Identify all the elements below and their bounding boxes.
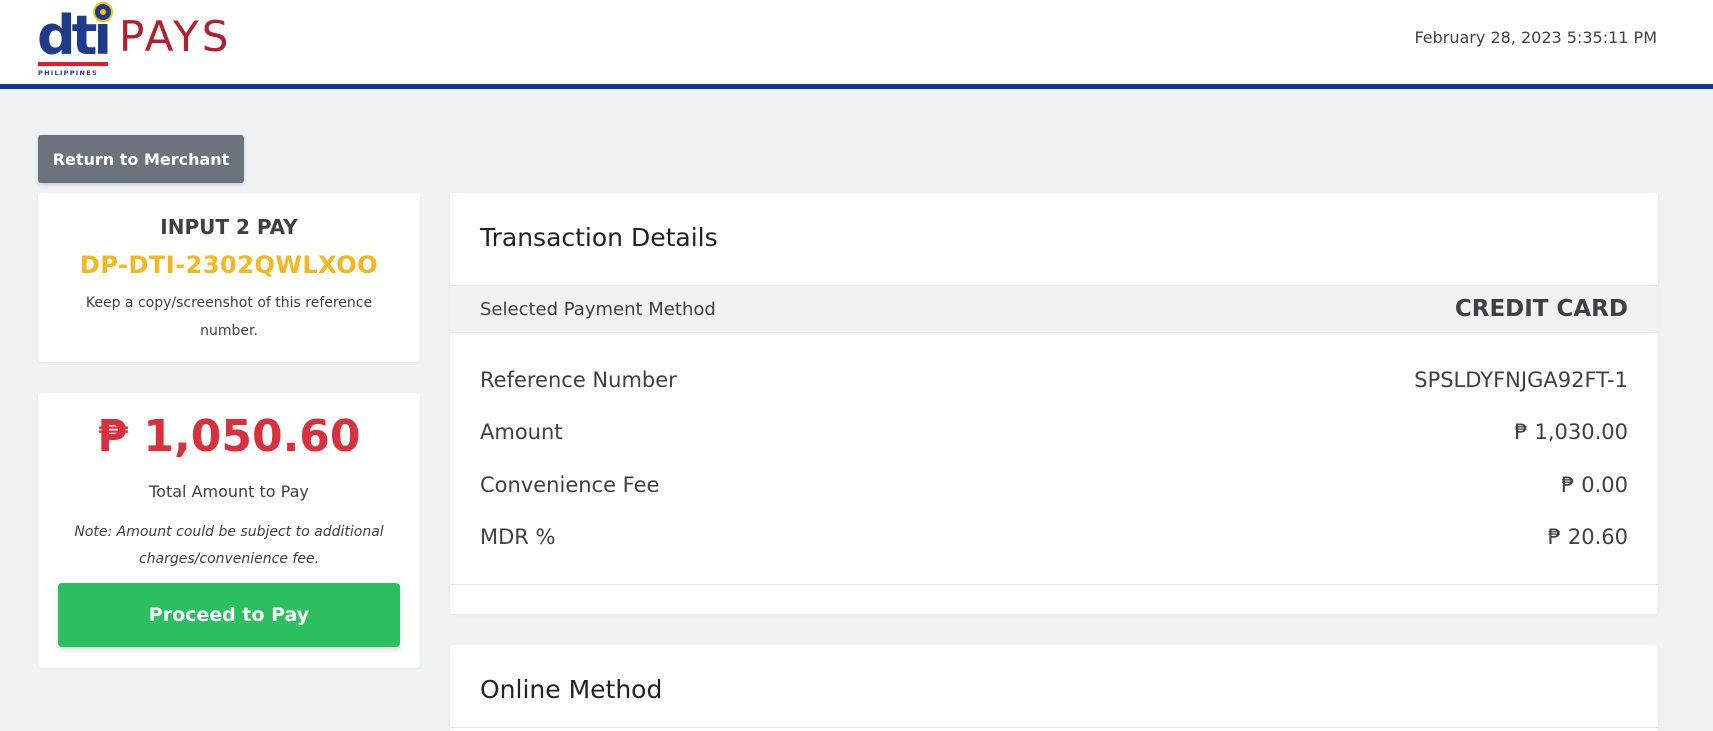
online-method-title: Online Method	[480, 675, 663, 704]
detail-value: ₱ 20.60	[1547, 525, 1628, 549]
transaction-details-card: Transaction Details Selected Payment Met…	[450, 193, 1658, 614]
online-method-card: Online Method	[450, 645, 1658, 731]
current-datetime: February 28, 2023 5:35:11 PM	[1414, 28, 1657, 47]
total-amount-label: Total Amount to Pay	[149, 482, 309, 501]
divider	[450, 727, 1658, 728]
amount-card: ₱ 1,050.60 Total Amount to Pay Note: Amo…	[38, 393, 420, 668]
payment-method-row: Selected Payment Method CREDIT CARD	[450, 285, 1658, 333]
detail-label: Amount	[480, 420, 563, 444]
detail-row-convenience-fee: Convenience Fee ₱ 0.00	[480, 473, 1628, 503]
detail-value: ₱ 0.00	[1561, 473, 1628, 497]
logo-red-bar	[38, 62, 108, 66]
transaction-details-title: Transaction Details	[480, 223, 718, 252]
top-header: dti PHILIPPINES PAYS February 28, 2023 5…	[0, 0, 1713, 89]
reference-card: INPUT 2 PAY DP-DTI-2302QWLXOO Keep a cop…	[38, 193, 420, 362]
proceed-to-pay-button[interactable]: Proceed to Pay	[58, 583, 400, 647]
detail-label: Convenience Fee	[480, 473, 660, 497]
dti-pays-logo: dti PHILIPPINES PAYS	[37, 2, 247, 78]
detail-row-mdr: MDR % ₱ 20.60	[480, 525, 1628, 555]
payment-channel-title: INPUT 2 PAY	[160, 215, 298, 239]
divider	[450, 584, 1658, 585]
sun-emblem-icon	[93, 2, 113, 22]
payment-method-value: CREDIT CARD	[1454, 296, 1628, 322]
detail-value: ₱ 1,030.00	[1514, 420, 1628, 444]
payment-method-label: Selected Payment Method	[480, 299, 716, 320]
detail-label: MDR %	[480, 525, 556, 549]
total-amount: ₱ 1,050.60	[97, 411, 361, 462]
amount-note: Note: Amount could be subject to additio…	[74, 524, 384, 567]
reference-code: DP-DTI-2302QWLXOO	[79, 251, 379, 279]
logo-subtext: PHILIPPINES	[38, 69, 98, 77]
detail-row-reference-number: Reference Number SPSLDYFNJGA92FT-1	[480, 368, 1628, 398]
detail-label: Reference Number	[480, 368, 677, 392]
detail-row-amount: Amount ₱ 1,030.00	[480, 420, 1628, 450]
return-to-merchant-button[interactable]: Return to Merchant	[38, 135, 244, 183]
reference-note: Keep a copy/screenshot of this reference…	[85, 295, 373, 339]
detail-value: SPSLDYFNJGA92FT-1	[1414, 368, 1628, 392]
logo-pays-text: PAYS	[119, 12, 232, 61]
